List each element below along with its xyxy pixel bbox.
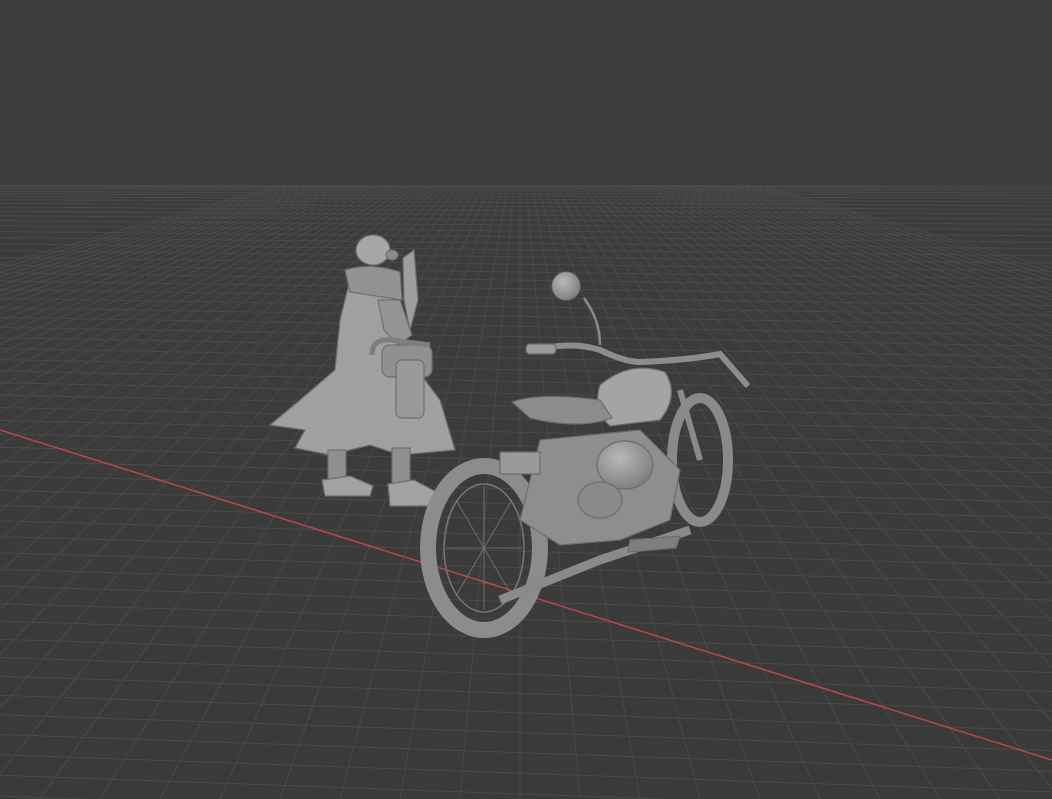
viewport-canvas[interactable] xyxy=(0,0,1052,799)
mirror-sphere[interactable] xyxy=(551,271,581,301)
3d-viewport[interactable] xyxy=(0,0,1052,799)
